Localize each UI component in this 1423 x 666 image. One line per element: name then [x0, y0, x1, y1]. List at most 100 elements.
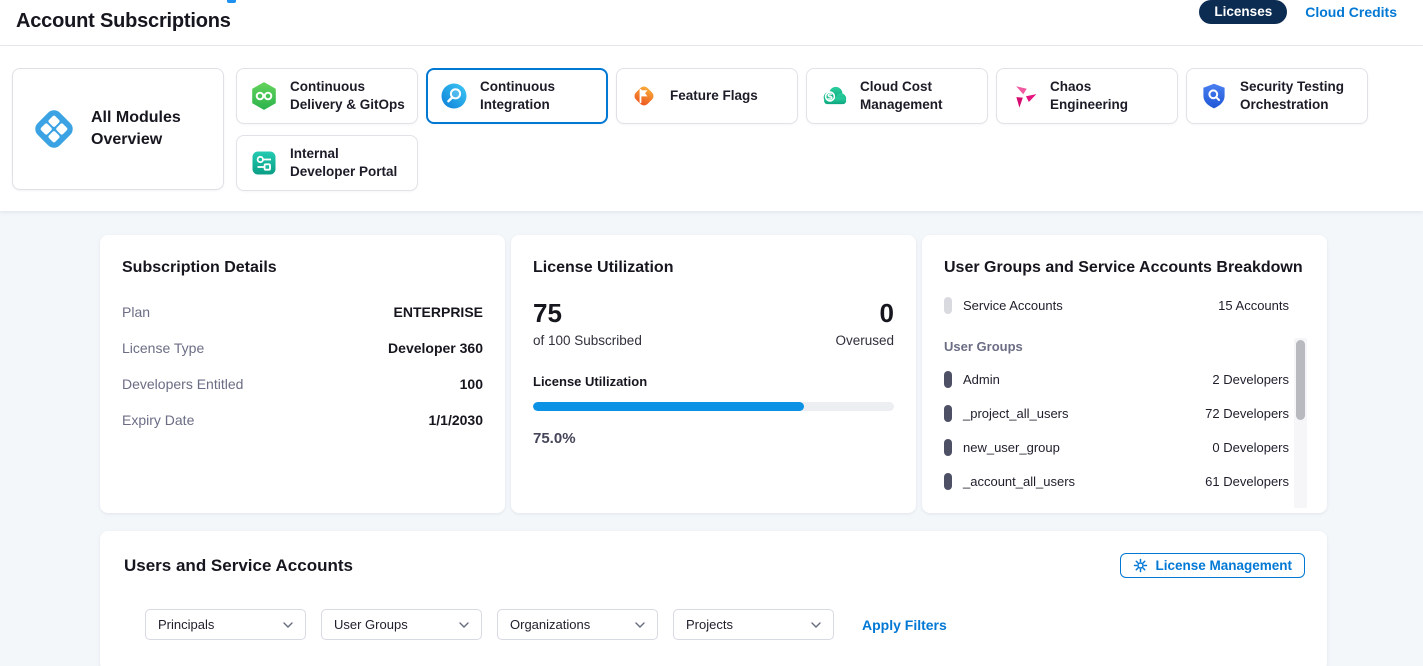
header-tabs: Licenses Cloud Credits: [1199, 0, 1397, 24]
clipped-nav-remnant: [227, 0, 236, 3]
module-card-continuous-integration[interactable]: Continuous Integration: [426, 68, 608, 124]
service-accounts-marker: [944, 297, 952, 314]
module-label: Security Testing Orchestration: [1240, 78, 1355, 114]
detail-value: 100: [460, 376, 483, 392]
detail-label: License Type: [122, 340, 204, 356]
page-header: Account Subscriptions Licenses Cloud Cre…: [0, 0, 1423, 46]
user-group-value: 61 Developers: [1205, 474, 1289, 489]
chevron-down-icon: [635, 622, 645, 628]
detail-label: Expiry Date: [122, 412, 194, 428]
all-modules-overview-card[interactable]: All Modules Overview: [12, 68, 224, 190]
user-group-row: Admin 2 Developers: [944, 371, 1305, 388]
filter-label: Organizations: [510, 617, 590, 632]
organizations-filter-dropdown[interactable]: Organizations: [497, 609, 658, 640]
module-card-feature-flags[interactable]: Feature Flags: [616, 68, 798, 124]
user-groups-filter-dropdown[interactable]: User Groups: [321, 609, 482, 640]
user-group-marker: [944, 371, 952, 388]
utilization-bar-label: License Utilization: [533, 374, 894, 389]
cloud-cost-icon: $: [819, 81, 849, 111]
detail-label: Developers Entitled: [122, 376, 243, 392]
breakdown-title: User Groups and Service Accounts Breakdo…: [944, 259, 1305, 277]
user-group-marker: [944, 405, 952, 422]
utilization-percent: 75.0%: [533, 430, 894, 447]
chevron-down-icon: [283, 622, 293, 628]
detail-row-expiry-date: Expiry Date 1/1/2030: [122, 402, 483, 438]
filter-label: Principals: [158, 617, 214, 632]
subscribed-stat: 75 of 100 Subscribed: [533, 299, 642, 348]
subscription-details-title: Subscription Details: [122, 259, 483, 277]
detail-row-plan: Plan ENTERPRISE: [122, 294, 483, 330]
page-title: Account Subscriptions: [16, 10, 231, 33]
license-management-label: License Management: [1155, 558, 1292, 573]
chevron-down-icon: [459, 622, 469, 628]
overused-stat: 0 Overused: [835, 299, 894, 348]
user-group-marker: [944, 439, 952, 456]
chaos-icon: [1009, 81, 1039, 111]
module-card-chaos-engineering[interactable]: Chaos Engineering: [996, 68, 1178, 124]
filter-label: User Groups: [334, 617, 408, 632]
detail-value: Developer 360: [388, 340, 483, 356]
user-group-value: 0 Developers: [1212, 440, 1289, 455]
user-group-name: _project_all_users: [963, 406, 1194, 421]
license-utilization-title: License Utilization: [533, 259, 894, 277]
module-label: Continuous Delivery & GitOps: [290, 78, 405, 114]
user-group-name: Admin: [963, 372, 1201, 387]
license-management-button[interactable]: License Management: [1120, 553, 1305, 578]
breakdown-scrollbar-track[interactable]: [1294, 338, 1307, 508]
subscription-details-rows: Plan ENTERPRISE License Type Developer 3…: [122, 294, 483, 438]
all-modules-icon: [31, 106, 77, 152]
cd-gitops-icon: [249, 81, 279, 111]
user-group-value: 72 Developers: [1205, 406, 1289, 421]
user-group-value: 2 Developers: [1212, 372, 1289, 387]
subscription-details-card: Subscription Details Plan ENTERPRISE Lic…: [100, 235, 505, 513]
cloud-credits-tab[interactable]: Cloud Credits: [1305, 4, 1397, 20]
overused-count: 0: [835, 299, 894, 328]
idp-icon: [249, 148, 279, 178]
summary-cards-row: Subscription Details Plan ENTERPRISE Lic…: [0, 211, 1423, 513]
module-label: Internal Developer Portal: [290, 145, 405, 181]
licenses-tab[interactable]: Licenses: [1199, 0, 1287, 24]
detail-value: ENTERPRISE: [394, 304, 483, 320]
module-card-internal-developer-portal[interactable]: Internal Developer Portal: [236, 135, 418, 191]
user-group-row: _project_all_users 72 Developers: [944, 405, 1305, 422]
filter-label: Projects: [686, 617, 733, 632]
module-label: Cloud Cost Management: [860, 78, 975, 114]
overused-caption: Overused: [835, 333, 894, 348]
feature-flags-icon: [629, 81, 659, 111]
projects-filter-dropdown[interactable]: Projects: [673, 609, 834, 640]
users-section-title: Users and Service Accounts: [124, 556, 353, 576]
detail-value: 1/1/2030: [429, 412, 484, 428]
user-group-row: new_user_group 0 Developers: [944, 439, 1305, 456]
user-groups-heading: User Groups: [944, 339, 1305, 354]
apply-filters-link[interactable]: Apply Filters: [862, 617, 947, 633]
principals-filter-dropdown[interactable]: Principals: [145, 609, 306, 640]
breakdown-scrollbar-thumb[interactable]: [1296, 340, 1305, 420]
module-card-cd-gitops[interactable]: Continuous Delivery & GitOps: [236, 68, 418, 124]
user-group-name: new_user_group: [963, 440, 1201, 455]
user-group-marker: [944, 473, 952, 490]
users-section-header: Users and Service Accounts License Manag…: [124, 553, 1305, 578]
service-accounts-value: 15 Accounts: [1218, 298, 1289, 313]
service-accounts-label: Service Accounts: [963, 298, 1207, 313]
filters-row: Principals User Groups Organizations Pro…: [145, 609, 1305, 640]
detail-label: Plan: [122, 304, 150, 320]
license-utilization-card: License Utilization 75 of 100 Subscribed…: [511, 235, 916, 513]
module-label: Feature Flags: [670, 87, 758, 105]
license-utilization-bar-track: [533, 402, 894, 411]
svg-text:$: $: [827, 93, 833, 103]
module-label: Continuous Integration: [480, 78, 595, 114]
gear-icon: [1133, 558, 1148, 573]
users-service-accounts-section: Users and Service Accounts License Manag…: [100, 531, 1327, 666]
subscribed-count: 75: [533, 299, 642, 328]
modules-grid: Continuous Delivery & GitOps Continuous …: [236, 68, 1411, 191]
module-card-cloud-cost[interactable]: $ Cloud Cost Management: [806, 68, 988, 124]
chevron-down-icon: [811, 622, 821, 628]
service-accounts-row: Service Accounts 15 Accounts: [944, 297, 1305, 314]
module-card-security-testing[interactable]: Security Testing Orchestration: [1186, 68, 1368, 124]
license-utilization-bar-fill: [533, 402, 804, 411]
module-label: Chaos Engineering: [1050, 78, 1165, 114]
detail-row-developers-entitled: Developers Entitled 100: [122, 366, 483, 402]
all-modules-overview-label: All Modules Overview: [91, 107, 187, 150]
user-group-row: _account_all_users 61 Developers: [944, 473, 1305, 490]
license-utilization-stats: 75 of 100 Subscribed 0 Overused: [533, 299, 894, 348]
